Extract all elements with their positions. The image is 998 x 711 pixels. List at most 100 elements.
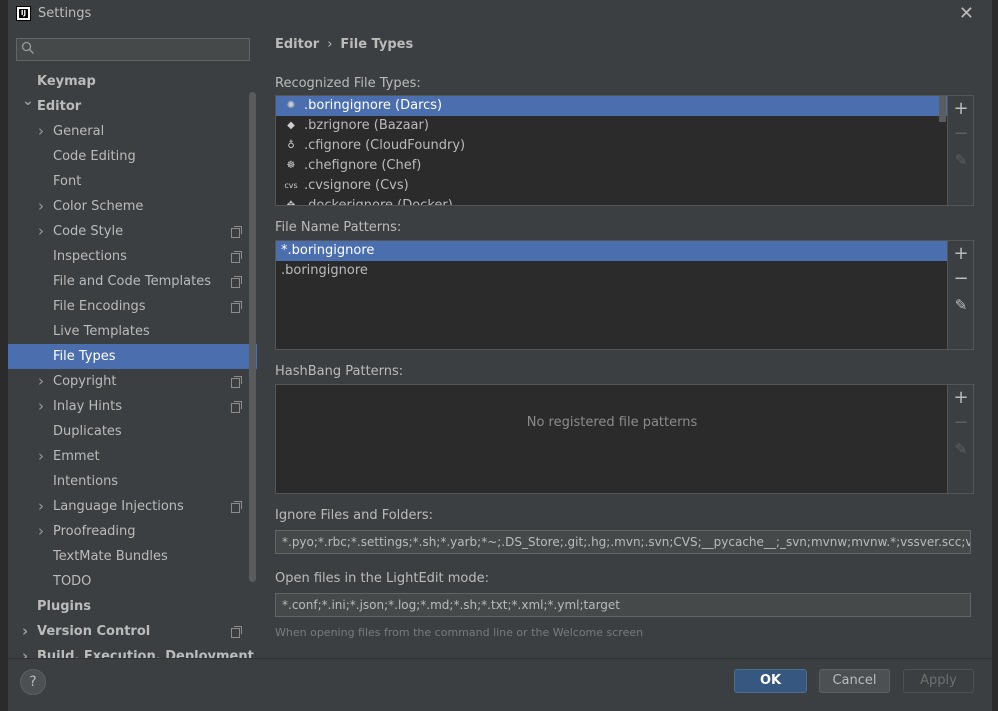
sidebar-item-label: General xyxy=(53,124,105,139)
recognized-file-types-rows: ✺ .boringignore (Darcs) ◆ .bzrignore (Bazaa… xyxy=(276,96,973,206)
sidebar-item[interactable]: › Version Control xyxy=(8,619,258,644)
chevron-right-icon[interactable]: › xyxy=(38,519,48,544)
sidebar-item-label: Language Injections xyxy=(53,499,184,514)
file-type-row[interactable]: ☸ .chefignore (Chef) xyxy=(276,156,973,176)
sidebar-scrollbar[interactable] xyxy=(249,92,256,582)
project-settings-icon xyxy=(231,401,242,413)
file-type-row[interactable]: ◆ .bzrignore (Bazaar) xyxy=(276,116,973,136)
recognized-list-scrollbar[interactable] xyxy=(939,96,946,122)
project-settings-icon xyxy=(231,251,242,263)
sidebar-item-label: Code Style xyxy=(53,224,124,239)
sidebar-item[interactable]: Intentions xyxy=(8,469,258,494)
apply-button[interactable]: Apply xyxy=(903,669,974,693)
file-type-row[interactable]: ♁ .cfignore (CloudFoundry) xyxy=(276,136,973,156)
sidebar-item[interactable]: Inspections xyxy=(8,244,258,269)
breadcrumb-parent[interactable]: Editor xyxy=(275,37,319,52)
chevron-right-icon[interactable]: › xyxy=(22,644,32,658)
sidebar-item[interactable]: › Emmet xyxy=(8,444,258,469)
recognized-toolbar: + − ✎ xyxy=(947,96,973,205)
chevron-right-icon[interactable]: › xyxy=(38,494,48,519)
chevron-right-icon[interactable]: › xyxy=(38,219,48,244)
chevron-right-icon[interactable]: › xyxy=(38,444,48,469)
sidebar-item-label: TODO xyxy=(53,574,92,589)
recognized-file-types-label: Recognized File Types: xyxy=(275,76,421,91)
pattern-label: *.boringignore xyxy=(281,243,375,258)
sidebar-item[interactable]: › Copyright xyxy=(8,369,258,394)
sidebar-item-label: Copyright xyxy=(53,374,117,389)
patterns-toolbar: + − ✎ xyxy=(947,241,973,349)
sidebar-item-label: Plugins xyxy=(37,599,91,614)
breadcrumb-separator: › xyxy=(327,37,333,52)
sidebar-item[interactable]: TODO xyxy=(8,569,258,594)
add-hashbang-button[interactable]: + xyxy=(952,389,970,407)
edit-pattern-button[interactable]: ✎ xyxy=(952,296,970,314)
lightedit-label: Open files in the LightEdit mode: xyxy=(275,571,490,586)
background-edge-left xyxy=(0,0,8,711)
sidebar-item[interactable]: Duplicates xyxy=(8,419,258,444)
edit-hashbang-button[interactable]: ✎ xyxy=(952,440,970,458)
add-file-type-button[interactable]: + xyxy=(952,100,970,118)
sidebar-item-label: Color Scheme xyxy=(53,199,144,214)
sidebar-item-label: Live Templates xyxy=(53,324,150,339)
file-type-label: .cfignore (CloudFoundry) xyxy=(304,138,466,153)
pattern-row[interactable]: *.boringignore xyxy=(276,241,948,261)
help-button[interactable]: ? xyxy=(20,669,46,695)
background-edge-right xyxy=(992,0,998,711)
search-icon xyxy=(21,41,34,54)
window-title: Settings xyxy=(38,6,92,21)
chevron-right-icon[interactable]: › xyxy=(38,119,48,144)
add-pattern-button[interactable]: + xyxy=(952,245,970,263)
sidebar-item[interactable]: Keymap xyxy=(8,69,258,94)
settings-search-input[interactable] xyxy=(16,38,250,61)
sidebar-item[interactable]: File Encodings xyxy=(8,294,258,319)
lightedit-patterns-input[interactable]: *.conf;*.ini;*.json;*.log;*.md;*.sh;*.tx… xyxy=(275,593,971,617)
file-type-row[interactable]: cvs .cvsignore (Cvs) xyxy=(276,176,973,196)
sidebar-item[interactable]: › Code Style xyxy=(8,219,258,244)
settings-dialog: IJ Settings ✕ Keymap ⌄ Editor › General Code … xyxy=(8,0,992,711)
sidebar-item[interactable]: › Proofreading xyxy=(8,519,258,544)
sidebar-item-label: Version Control xyxy=(37,624,151,639)
hashbang-patterns-label: HashBang Patterns: xyxy=(275,364,404,379)
remove-pattern-button[interactable]: − xyxy=(952,270,970,288)
sidebar-item[interactable]: › Language Injections xyxy=(8,494,258,519)
remove-file-type-button[interactable]: − xyxy=(952,125,970,143)
ok-button[interactable]: OK xyxy=(734,669,807,693)
breadcrumb-current: File Types xyxy=(340,37,414,52)
project-settings-icon xyxy=(231,276,242,288)
sidebar-item[interactable]: Live Templates xyxy=(8,319,258,344)
sidebar-item[interactable]: Code Editing xyxy=(8,144,258,169)
pattern-row[interactable]: .boringignore xyxy=(276,261,948,281)
file-type-label: .dockerignore (Docker) xyxy=(304,198,453,206)
sidebar-item[interactable]: TextMate Bundles xyxy=(8,544,258,569)
chevron-right-icon[interactable]: › xyxy=(38,394,48,419)
sidebar-item[interactable]: File and Code Templates xyxy=(8,269,258,294)
edit-file-type-button[interactable]: ✎ xyxy=(952,151,970,169)
sidebar-item-label: Emmet xyxy=(53,449,100,464)
sidebar-item[interactable]: Font xyxy=(8,169,258,194)
cancel-button[interactable]: Cancel xyxy=(819,669,890,693)
sidebar-item[interactable]: File Types xyxy=(8,344,257,369)
chevron-right-icon[interactable]: › xyxy=(38,194,48,219)
file-type-row[interactable]: ✺ .boringignore (Darcs) xyxy=(276,96,973,116)
hashbang-empty-text: No registered file patterns xyxy=(526,415,698,430)
chevron-down-icon[interactable]: ⌄ xyxy=(22,89,34,114)
sidebar-item[interactable]: Plugins xyxy=(8,594,258,619)
sidebar-item[interactable]: › Build, Execution, Deployment xyxy=(8,644,258,658)
sidebar-item[interactable]: › General xyxy=(8,119,258,144)
sidebar-item[interactable]: › Color Scheme xyxy=(8,194,258,219)
sidebar-item[interactable]: › Inlay Hints xyxy=(8,394,258,419)
remove-hashbang-button[interactable]: − xyxy=(952,414,970,432)
sidebar-item[interactable]: ⌄ Editor xyxy=(8,93,258,119)
chevron-right-icon[interactable]: › xyxy=(22,619,32,644)
close-icon[interactable]: ✕ xyxy=(959,3,974,24)
file-type-row[interactable]: ✥ .dockerignore (Docker) xyxy=(276,196,973,206)
pattern-label: .boringignore xyxy=(281,263,368,278)
sidebar-item-label: Inlay Hints xyxy=(53,399,122,414)
file-type-icon: ✥ xyxy=(286,200,296,206)
chevron-right-icon[interactable]: › xyxy=(38,369,48,394)
sidebar-item-label: Keymap xyxy=(37,74,96,89)
dialog-footer: ? OK Cancel Apply xyxy=(8,658,992,711)
ignore-files-input[interactable]: *.pyo;*.rbc;*.settings;*.sh;*.yarb;*~;.D… xyxy=(275,530,971,554)
project-settings-icon xyxy=(231,226,242,238)
sidebar-item-label: File and Code Templates xyxy=(53,274,211,289)
